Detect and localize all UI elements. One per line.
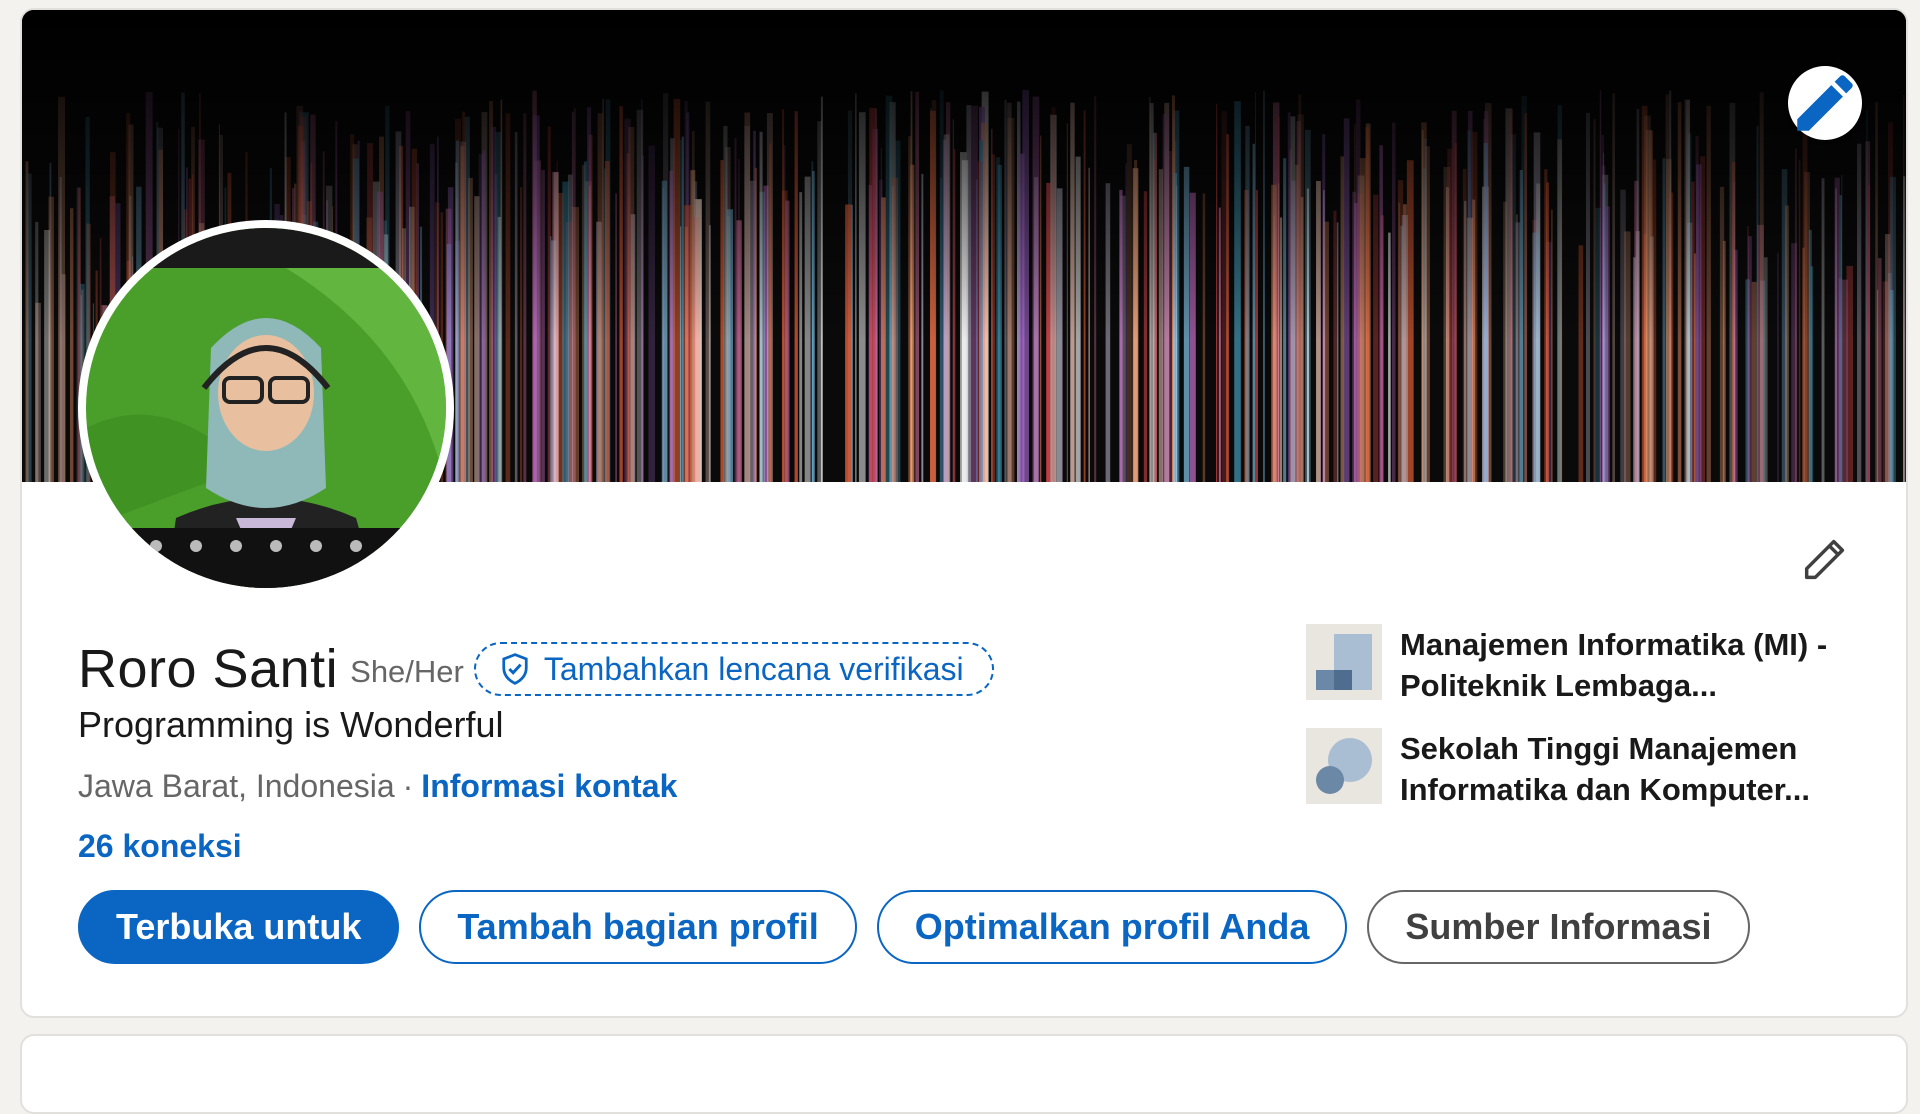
- separator: ·: [402, 768, 414, 804]
- edit-intro-button[interactable]: [1794, 530, 1854, 590]
- connections-link[interactable]: 26 koneksi: [78, 828, 242, 865]
- education-name: Manajemen Informatika (MI) - Politeknik …: [1400, 627, 1828, 703]
- avatar: [86, 228, 446, 588]
- next-section-card: [20, 1034, 1908, 1114]
- verify-badge-label: Tambahkan lencana verifikasi: [543, 650, 964, 687]
- education-item[interactable]: Manajemen Informatika (MI) - Politeknik …: [1306, 624, 1866, 706]
- location-row: Jawa Barat, Indonesia · Informasi kontak: [78, 768, 677, 805]
- pronouns: She/Her: [350, 654, 464, 689]
- add-profile-section-button[interactable]: Tambah bagian profil: [419, 890, 857, 964]
- contact-info-link[interactable]: Informasi kontak: [421, 768, 677, 805]
- edit-cover-button[interactable]: [1788, 66, 1862, 140]
- optimize-profile-button[interactable]: Optimalkan profil Anda: [876, 890, 1348, 964]
- education-building-icon: [1306, 624, 1382, 700]
- add-verification-badge-button[interactable]: Tambahkan lencana verifikasi: [473, 642, 994, 696]
- pencil-outline-icon: [1804, 539, 1845, 580]
- profile-name: Roro Santi: [78, 639, 339, 699]
- pencil-icon: [1797, 75, 1853, 131]
- education-list: Manajemen Informatika (MI) - Politeknik …: [1306, 624, 1866, 832]
- headline: Programming is Wonderful: [78, 704, 504, 745]
- education-item[interactable]: Sekolah Tinggi Manajemen Informatika dan…: [1306, 728, 1866, 810]
- profile-top-card: Roro Santi She/Her Tambahkan lencana ver…: [20, 8, 1908, 1018]
- open-to-button[interactable]: Terbuka untuk: [78, 890, 400, 964]
- resources-button[interactable]: Sumber Informasi: [1367, 890, 1750, 964]
- education-circles-icon: [1306, 728, 1382, 804]
- education-name: Sekolah Tinggi Manajemen Informatika dan…: [1400, 731, 1810, 807]
- location: Jawa Barat, Indonesia: [78, 768, 395, 804]
- avatar-portrait: [86, 228, 446, 588]
- profile-photo[interactable]: [78, 220, 454, 596]
- profile-actions: Terbuka untuk Tambah bagian profil Optim…: [78, 890, 1750, 964]
- name-row: Roro Santi She/Her Tambahkan lencana ver…: [78, 632, 994, 706]
- shield-check-icon: [500, 652, 530, 686]
